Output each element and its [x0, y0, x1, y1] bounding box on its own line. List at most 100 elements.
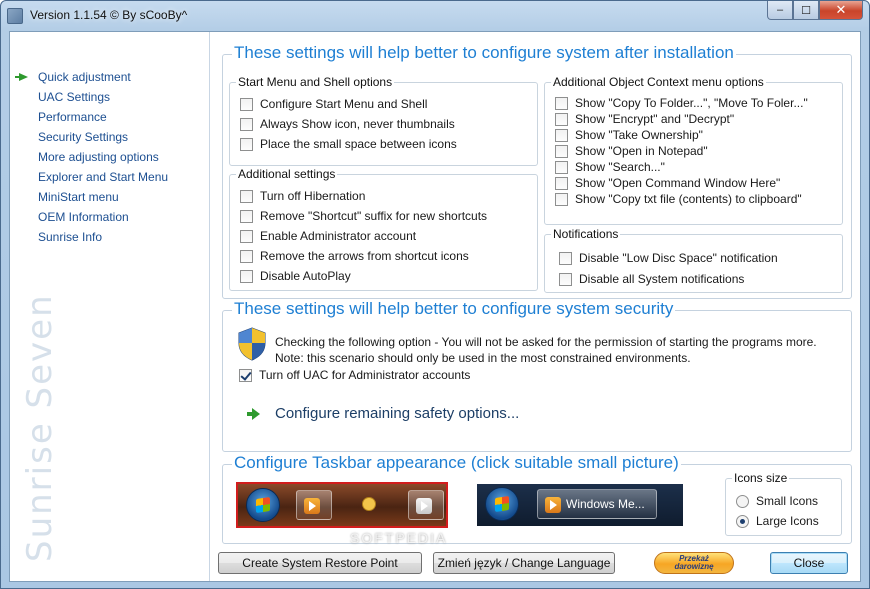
- sidebar-item-more-adjusting-options[interactable]: More adjusting options: [38, 147, 168, 167]
- sidebar-item-performance[interactable]: Performance: [38, 107, 168, 127]
- checkbox[interactable]: [240, 97, 253, 111]
- link-label: Configure remaining safety options...: [275, 405, 520, 422]
- tray-clock-icon: [362, 497, 376, 511]
- option-label: Show "Copy txt file (contents) to clipbo…: [575, 192, 802, 206]
- option-turn-off-uac[interactable]: Turn off UAC for Administrator accounts: [239, 367, 470, 383]
- sidebar-item-sunrise-info[interactable]: Sunrise Info: [38, 227, 168, 247]
- media-player-icon: [545, 497, 561, 513]
- option-label: Show "Search...": [575, 160, 665, 174]
- option-label: Show "Open in Notepad": [575, 144, 708, 158]
- option-disable-autoplay[interactable]: Disable AutoPlay: [240, 268, 351, 284]
- option-copy-txt-clipboard[interactable]: Show "Copy txt file (contents) to clipbo…: [555, 191, 802, 207]
- change-language-button[interactable]: Zmień język / Change Language: [433, 552, 615, 574]
- uac-shield-icon: [238, 327, 266, 361]
- option-disable-all-notifications[interactable]: Disable all System notifications: [559, 271, 744, 287]
- icons-size-group-title: Icons size: [732, 471, 790, 485]
- donate-line-2: darowiznę: [674, 562, 714, 571]
- option-label: Large Icons: [756, 514, 819, 528]
- checkbox[interactable]: [555, 96, 568, 110]
- arrow-right-icon: [247, 407, 261, 420]
- checkbox[interactable]: [555, 128, 568, 142]
- checkbox[interactable]: [240, 117, 253, 131]
- checkbox[interactable]: [559, 251, 572, 265]
- sidebar-item-quick-adjustment[interactable]: Quick adjustment: [14, 67, 168, 87]
- app-icon: [7, 8, 23, 24]
- radio-button-checked[interactable]: [736, 514, 749, 528]
- sidebar-nav: Quick adjustment UAC Settings Performanc…: [14, 67, 168, 247]
- checkbox[interactable]: [555, 144, 568, 158]
- sidebar: Quick adjustment UAC Settings Performanc…: [10, 32, 210, 581]
- option-disable-low-disc-space[interactable]: Disable "Low Disc Space" notification: [559, 250, 778, 266]
- close-window-button[interactable]: ✕: [819, 1, 863, 20]
- checkbox[interactable]: [559, 272, 572, 286]
- create-restore-point-button[interactable]: Create System Restore Point: [218, 552, 422, 574]
- option-open-in-notepad[interactable]: Show "Open in Notepad": [555, 143, 708, 159]
- taskbar-preview-large[interactable]: Windows Me...: [477, 484, 683, 526]
- uac-info-text: Checking the following option - You will…: [275, 334, 817, 366]
- option-search[interactable]: Show "Search...": [555, 159, 665, 175]
- taskbar-button-media: [296, 490, 332, 520]
- minimize-button[interactable]: ‒: [767, 1, 793, 20]
- taskbar-button-windows-media: Windows Me...: [537, 489, 657, 519]
- checkbox[interactable]: [555, 112, 568, 126]
- sidebar-item-uac-settings[interactable]: UAC Settings: [38, 87, 168, 107]
- security-section-title: These settings will help better to confi…: [232, 299, 676, 319]
- option-remove-shortcut-arrows[interactable]: Remove the arrows from shortcut icons: [240, 248, 469, 264]
- option-large-icons[interactable]: Large Icons: [736, 513, 819, 529]
- taskbar-section: Configure Taskbar appearance (click suit…: [222, 453, 852, 544]
- sidebar-item-explorer-start-menu[interactable]: Explorer and Start Menu: [38, 167, 168, 187]
- taskbar-button-tool: [408, 490, 444, 520]
- option-label: Configure Start Menu and Shell: [260, 97, 428, 111]
- start-orb-icon: [485, 487, 519, 521]
- softpedia-watermark: SOFTPEDIA: [350, 530, 448, 546]
- option-copy-move-to-folder[interactable]: Show "Copy To Folder...", "Move To Foler…: [555, 95, 808, 111]
- radio-button[interactable]: [736, 494, 749, 508]
- option-configure-start-menu[interactable]: Configure Start Menu and Shell: [240, 96, 427, 112]
- option-encrypt-decrypt[interactable]: Show "Encrypt" and "Decrypt": [555, 111, 734, 127]
- checkbox[interactable]: [240, 189, 253, 203]
- taskbar-button-label: Windows Me...: [566, 497, 645, 511]
- uac-info-line-2: Note: this scenario should only be used …: [275, 351, 691, 365]
- option-small-icons[interactable]: Small Icons: [736, 493, 818, 509]
- option-label: Show "Copy To Folder...", "Move To Foler…: [575, 96, 808, 110]
- checkbox[interactable]: [555, 192, 568, 206]
- checkbox[interactable]: [555, 160, 568, 174]
- checkbox[interactable]: [240, 209, 253, 223]
- client-area: Quick adjustment UAC Settings Performanc…: [9, 31, 861, 582]
- option-turn-off-hibernation[interactable]: Turn off Hibernation: [240, 188, 365, 204]
- option-open-command-window[interactable]: Show "Open Command Window Here": [555, 175, 780, 191]
- option-take-ownership[interactable]: Show "Take Ownership": [555, 127, 703, 143]
- option-label: Remove the arrows from shortcut icons: [260, 249, 469, 263]
- caption-buttons: ‒ ☐ ✕: [767, 1, 863, 21]
- option-enable-admin-account[interactable]: Enable Administrator account: [240, 228, 416, 244]
- start-menu-group: Start Menu and Shell options Configure S…: [229, 75, 538, 166]
- checkbox-checked[interactable]: [239, 368, 252, 382]
- sidebar-item-security-settings[interactable]: Security Settings: [38, 127, 168, 147]
- option-small-space-icons[interactable]: Place the small space between icons: [240, 136, 457, 152]
- option-label: Always Show icon, never thumbnails: [260, 117, 455, 131]
- checkbox[interactable]: [555, 176, 568, 190]
- checkbox[interactable]: [240, 229, 253, 243]
- notifications-group-title: Notifications: [551, 227, 621, 241]
- donate-button[interactable]: Przekaż darowiznę: [654, 552, 734, 574]
- option-label: Turn off UAC for Administrator accounts: [259, 368, 471, 382]
- option-always-show-icon[interactable]: Always Show icon, never thumbnails: [240, 116, 455, 132]
- option-label: Disable all System notifications: [579, 272, 745, 286]
- close-button[interactable]: Close: [770, 552, 848, 574]
- taskbar-preview-small-selected[interactable]: [236, 482, 448, 528]
- sidebar-item-ministart-menu[interactable]: MiniStart menu: [38, 187, 168, 207]
- sidebar-item-oem-information[interactable]: OEM Information: [38, 207, 168, 227]
- option-remove-shortcut-suffix[interactable]: Remove "Shortcut" suffix for new shortcu…: [240, 208, 487, 224]
- option-label: Show "Encrypt" and "Decrypt": [575, 112, 735, 126]
- configure-safety-options-link[interactable]: Configure remaining safety options...: [247, 405, 519, 422]
- maximize-button[interactable]: ☐: [793, 1, 819, 20]
- media-player-icon: [304, 498, 320, 514]
- option-label: Show "Take Ownership": [575, 128, 703, 142]
- checkbox[interactable]: [240, 269, 253, 283]
- app-window: Version 1.1.54 © By sCooBy^ ‒ ☐ ✕ Quick …: [0, 0, 870, 589]
- title-bar[interactable]: Version 1.1.54 © By sCooBy^ ‒ ☐ ✕: [1, 1, 869, 31]
- checkbox[interactable]: [240, 137, 253, 151]
- additional-settings-group: Additional settings Turn off Hibernation…: [229, 167, 538, 291]
- checkbox[interactable]: [240, 249, 253, 263]
- uac-info-line-1: Checking the following option - You will…: [275, 335, 817, 349]
